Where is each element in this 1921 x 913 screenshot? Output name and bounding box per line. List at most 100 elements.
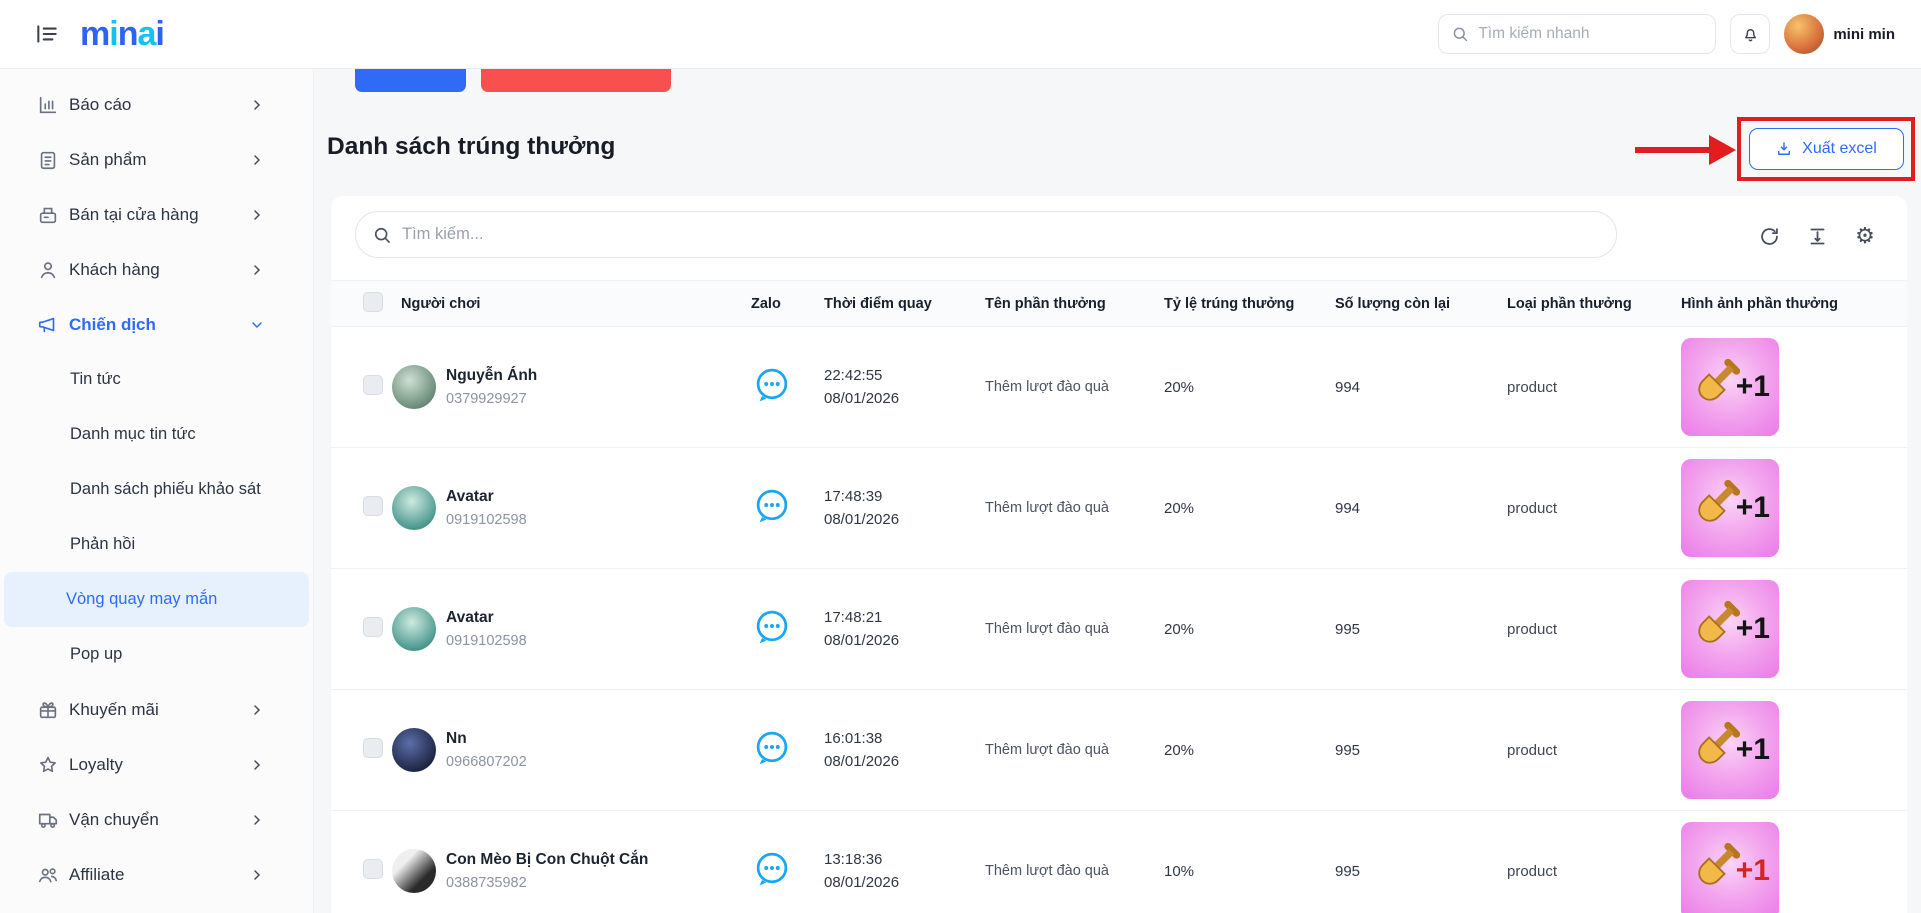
- truck-icon: [37, 809, 59, 831]
- table-search: [355, 211, 1617, 258]
- table-row: Nn 0966807202 16:01:38 08/01/2026 Thêm l…: [331, 690, 1907, 811]
- sidebar-toggle-icon[interactable]: [34, 21, 60, 47]
- sidebar-subitem-pop-up[interactable]: Pop up: [4, 627, 309, 682]
- chevron-right-icon: [249, 702, 265, 718]
- sidebar-subitem-label: Phản hồi: [70, 535, 135, 554]
- topbar: minai mini min: [0, 0, 1921, 69]
- global-search: [1438, 14, 1716, 54]
- partial-red-button[interactable]: [481, 69, 671, 92]
- sidebar-item-label: Khách hàng: [69, 260, 160, 280]
- remaining-quantity: 994: [1335, 379, 1507, 396]
- sidebar-subitem-label: Vòng quay may mắn: [66, 590, 217, 609]
- sidebar-subitem-vong-quay-may-man[interactable]: Vòng quay may mắn: [4, 572, 309, 627]
- global-search-input[interactable]: [1478, 25, 1703, 43]
- zalo-chat-icon[interactable]: [751, 848, 793, 890]
- sidebar-item-label: Khuyến mãi: [69, 700, 159, 720]
- row-checkbox[interactable]: [363, 496, 383, 516]
- export-excel-label: Xuất excel: [1802, 140, 1877, 158]
- reward-image: +1: [1681, 701, 1779, 799]
- sidebar: Báo cáo Sản phẩm Bán tại cửa hàng: [0, 69, 314, 913]
- sidebar-item-van-chuyen[interactable]: Vận chuyển: [0, 792, 313, 847]
- sidebar-item-khach-hang[interactable]: Khách hàng: [0, 242, 313, 297]
- sidebar-item-bao-cao[interactable]: Báo cáo: [0, 77, 313, 132]
- reward-image: +1: [1681, 822, 1779, 913]
- row-checkbox[interactable]: [363, 859, 383, 879]
- sidebar-subitem-tin-tuc[interactable]: Tin tức: [4, 352, 309, 407]
- win-rate: 20%: [1164, 742, 1335, 759]
- player-avatar: [392, 365, 436, 409]
- column-header-rate: Tỷ lệ trúng thưởng: [1164, 296, 1335, 312]
- sidebar-subitem-label: Pop up: [70, 645, 122, 664]
- logo-letter: n: [118, 15, 138, 53]
- sidebar-item-loyalty[interactable]: Loyalty: [0, 737, 313, 792]
- reward-name: Thêm lượt đào quà: [985, 863, 1164, 879]
- reward-name: Thêm lượt đào quà: [985, 742, 1164, 758]
- row-checkbox[interactable]: [363, 375, 383, 395]
- win-rate: 10%: [1164, 863, 1335, 880]
- sidebar-item-chien-dich[interactable]: Chiến dịch: [0, 297, 313, 352]
- reward-name: Thêm lượt đào quà: [985, 500, 1164, 516]
- player-avatar: [392, 486, 436, 530]
- topbar-left: minai: [34, 17, 164, 51]
- row-checkbox[interactable]: [363, 738, 383, 758]
- user-menu[interactable]: mini min: [1784, 14, 1895, 54]
- spin-time: 22:42:55: [824, 364, 985, 387]
- search-icon: [372, 225, 392, 245]
- player-name: Con Mèo Bị Con Chuột Cắn: [446, 851, 648, 869]
- customer-icon: [37, 259, 59, 281]
- store-icon: [37, 204, 59, 226]
- chevron-down-icon: [249, 317, 265, 333]
- reward-image-label: +1: [1736, 491, 1770, 525]
- star-icon: [37, 754, 59, 776]
- reward-image-label: +1: [1736, 370, 1770, 404]
- player-avatar: [392, 849, 436, 893]
- spin-time: 17:48:21: [824, 606, 985, 629]
- zalo-chat-icon[interactable]: [751, 485, 793, 527]
- chevron-right-icon: [249, 757, 265, 773]
- reward-image: +1: [1681, 338, 1779, 436]
- sidebar-subitem-phan-hoi[interactable]: Phản hồi: [4, 517, 309, 572]
- user-avatar: [1784, 14, 1824, 54]
- page-title: Danh sách trúng thưởng: [327, 133, 615, 161]
- sidebar-subitem-danh-muc-tin-tuc[interactable]: Danh mục tin tức: [4, 407, 309, 462]
- partial-blue-button[interactable]: [355, 69, 466, 92]
- annotation-arrow-head: [1709, 135, 1736, 165]
- table-row: Con Mèo Bị Con Chuột Cắn 0388735982 13:1…: [331, 811, 1907, 913]
- user-name: mini min: [1833, 26, 1895, 43]
- row-height-icon[interactable]: [1805, 224, 1829, 248]
- sidebar-subitem-danh-sach-phieu-khao-sat[interactable]: Danh sách phiếu khảo sát: [4, 462, 309, 517]
- chevron-right-icon: [249, 207, 265, 223]
- player-phone: 0388735982: [446, 875, 648, 891]
- zalo-chat-icon[interactable]: [751, 606, 793, 648]
- sidebar-item-label: Bán tại cửa hàng: [69, 205, 199, 225]
- player-name: Avatar: [446, 488, 527, 506]
- sidebar-subitem-label: Tin tức: [70, 370, 121, 389]
- settings-gear-icon[interactable]: ⚙: [1853, 224, 1877, 248]
- product-icon: [37, 149, 59, 171]
- column-header-zalo: Zalo: [751, 296, 824, 312]
- player-avatar: [392, 607, 436, 651]
- select-all-checkbox[interactable]: [363, 292, 383, 312]
- sidebar-item-khuyen-mai[interactable]: Khuyến mãi: [0, 682, 313, 737]
- sidebar-item-ban-tai-cua-hang[interactable]: Bán tại cửa hàng: [0, 187, 313, 242]
- campaign-megaphone-icon: [37, 314, 59, 336]
- table-search-input[interactable]: [402, 225, 1600, 244]
- spin-time: 16:01:38: [824, 727, 985, 750]
- row-checkbox[interactable]: [363, 617, 383, 637]
- sidebar-item-affiliate[interactable]: Affiliate: [0, 847, 313, 902]
- chevron-right-icon: [249, 812, 265, 828]
- spin-date: 08/01/2026: [824, 750, 985, 773]
- win-rate: 20%: [1164, 500, 1335, 517]
- refresh-icon[interactable]: [1757, 224, 1781, 248]
- notifications-button[interactable]: [1730, 14, 1770, 54]
- player-phone: 0919102598: [446, 512, 527, 528]
- zalo-chat-icon[interactable]: [751, 364, 793, 406]
- app-logo[interactable]: minai: [80, 17, 164, 51]
- export-excel-button[interactable]: Xuất excel: [1749, 128, 1904, 170]
- win-rate: 20%: [1164, 379, 1335, 396]
- zalo-chat-icon[interactable]: [751, 727, 793, 769]
- reward-type: product: [1507, 742, 1681, 759]
- sidebar-item-san-pham[interactable]: Sản phẩm: [0, 132, 313, 187]
- reward-image: +1: [1681, 459, 1779, 557]
- player-phone: 0966807202: [446, 754, 527, 770]
